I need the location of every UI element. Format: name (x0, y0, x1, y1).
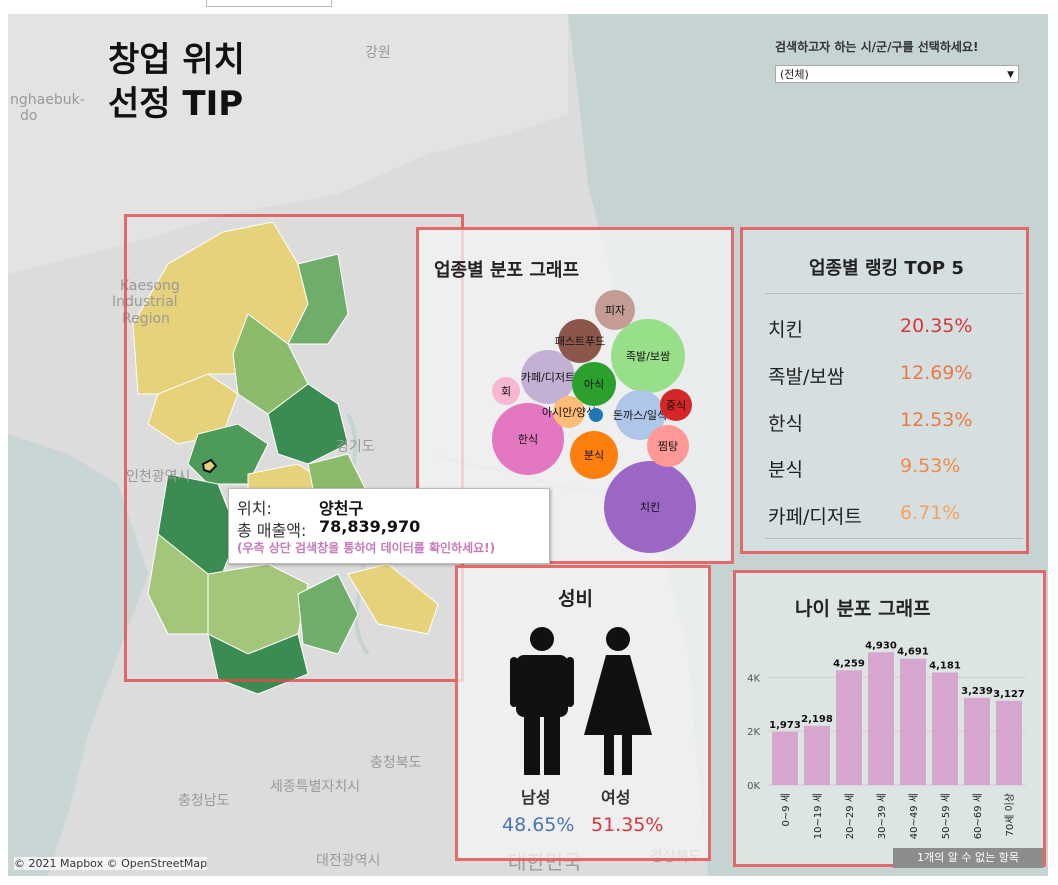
bar-value-label: 4,259 (833, 658, 865, 669)
map-label-daejeon: 대전광역시 (316, 853, 381, 869)
x-tick-label: 0~9 세 (780, 793, 792, 826)
ranking-top-divider (765, 293, 1023, 294)
category-bubble-label: 패스트푸드 (555, 335, 606, 348)
category-bubble-label: 찜탕 (658, 440, 678, 453)
age-bar[interactable] (900, 658, 926, 785)
category-bubble-label: 피자 (605, 304, 625, 317)
x-tick-label: 50~59 세 (940, 793, 952, 839)
female-icon (584, 627, 652, 775)
ranking-title: 업종별 랭킹 TOP 5 (809, 258, 964, 279)
y-tick-label: 0K (747, 781, 760, 792)
ranking-item-value: 20.35% (900, 315, 973, 337)
ranking-item-name: 치킨 (768, 319, 803, 341)
page-title: 창업 위치 선정 TIP (108, 38, 245, 126)
x-tick-label: 70세 이상 (1004, 793, 1016, 837)
tooltip-location-value: 양천구 (319, 499, 364, 518)
region-filter-value: (전체) (780, 68, 809, 81)
bar-value-label: 4,691 (897, 647, 929, 658)
x-tick-label: 30~39 세 (876, 793, 888, 839)
unknown-items-badge[interactable]: 1개의 알 수 없는 항목 (893, 848, 1043, 868)
title-line-2: 선정 TIP (108, 84, 244, 124)
bar-value-label: 1,973 (769, 720, 801, 731)
ranking-item-value: 6.71% (900, 502, 961, 524)
female-label: 여성 (601, 788, 631, 807)
title-line-1: 창업 위치 (108, 40, 245, 80)
x-tick-label: 40~49 세 (908, 793, 920, 839)
x-tick-label: 60~69 세 (972, 793, 984, 839)
x-tick-label: 10~19 세 (812, 793, 824, 839)
bar-value-label: 3,127 (993, 689, 1025, 700)
map-label-chungnam: 충청남도 (178, 793, 230, 809)
map-copyright: © 2021 Mapbox © OpenStreetMap (14, 857, 208, 870)
district-tooltip: 위치: 양천구 총 매출액: 78,839,970 (우측 상단 검색창을 통하… (228, 488, 550, 564)
ranking-item-value: 9.53% (900, 455, 961, 477)
category-bubble-label: 중식 (666, 399, 686, 412)
map-label-sejong: 세종특별자치시 (270, 779, 361, 795)
category-bubble-label: 아식 (584, 378, 604, 391)
y-tick-label: 2K (747, 727, 760, 738)
ranking-item-name: 족발/보쌈 (768, 366, 845, 388)
filter-label: 검색하고자 하는 시/군/구를 선택하세요! (775, 40, 979, 54)
age-bar[interactable] (868, 652, 894, 785)
ranking-item-value: 12.53% (900, 409, 973, 431)
category-bubble-label: 족발/보쌈 (626, 350, 670, 363)
bar-value-label: 3,239 (961, 686, 993, 697)
ranking-item-name: 카페/디저트 (768, 506, 862, 528)
map-label-gangwon: 강원 (365, 45, 391, 61)
category-bubble-label: 한식 (518, 433, 538, 446)
age-bar[interactable] (804, 725, 830, 785)
region-filter-select[interactable]: (전체) ▼ (775, 65, 1019, 83)
male-percentage: 48.65% (502, 814, 575, 836)
age-chart-title: 나이 분포 그래프 (795, 598, 931, 620)
category-bubble-label: 아시안/양식 (542, 406, 596, 419)
male-icon (510, 627, 574, 775)
map-highlight-box (124, 214, 464, 682)
female-percentage: 51.35% (591, 814, 664, 836)
bar-value-label: 4,930 (865, 640, 897, 651)
bar-value-label: 4,181 (929, 660, 961, 671)
chevron-down-icon[interactable]: ▼ (1007, 66, 1014, 84)
bar-value-label: 2,198 (801, 714, 833, 725)
category-bubble-label: 회 (501, 385, 511, 398)
age-bar[interactable] (964, 697, 990, 785)
map-label-chungbuk: 충청북도 (370, 755, 422, 771)
x-tick-label: 20~29 세 (844, 793, 856, 839)
y-tick-label: 4K (747, 673, 760, 684)
age-bar-chart[interactable]: 0K 2K 4K 1,973 0~9 세 2,198 10~19 세 4,259 20~29 세… (736, 625, 1042, 855)
map-label-hwanghae-do: do (20, 108, 38, 124)
age-bar[interactable] (996, 700, 1022, 785)
category-bubble-label: 치킨 (640, 501, 660, 514)
top-toolbar-strip (206, 0, 332, 7)
male-label: 남성 (521, 788, 551, 807)
gender-title: 성비 (558, 588, 593, 610)
tooltip-location-key: 위치: (237, 499, 272, 518)
age-bar[interactable] (772, 731, 798, 785)
tooltip-note: (우측 상단 검색창을 통하여 데이터를 확인하세요!) (237, 541, 496, 555)
category-bubble-label: 돈까스/일식 (613, 408, 667, 422)
category-bubble-label: 카페/디저트 (521, 371, 575, 384)
tooltip-sales-key: 총 매출액: (237, 521, 307, 540)
ranking-item-value: 12.69% (900, 362, 973, 384)
category-bubble[interactable] (589, 408, 603, 422)
ranking-item-name: 한식 (768, 413, 803, 435)
ranking-item-name: 분식 (768, 459, 803, 481)
tooltip-sales-value: 78,839,970 (319, 517, 421, 536)
ranking-bottom-divider (765, 538, 1023, 539)
age-bar[interactable] (836, 670, 862, 785)
age-bar[interactable] (932, 672, 958, 785)
map-label-hwanghae: nghaebuk- (10, 92, 85, 108)
category-bubble-label: 분식 (584, 449, 604, 462)
